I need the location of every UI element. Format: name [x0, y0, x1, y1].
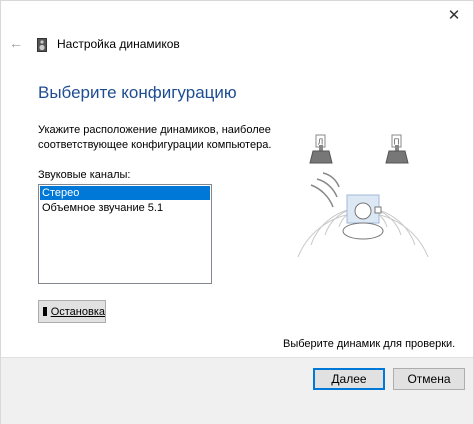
next-button[interactable]: Далее — [313, 368, 385, 390]
wizard-title: Настройка динамиков — [57, 37, 180, 51]
speaker-diagram: Л П — [297, 134, 429, 258]
right-speaker-letter: П — [394, 138, 400, 147]
page-heading: Выберите конфигурацию — [38, 83, 237, 102]
channels-listbox[interactable]: Стерео Объемное звучание 5.1 — [38, 184, 212, 284]
listener-icon — [342, 194, 384, 240]
list-item-surround-5-1[interactable]: Объемное звучание 5.1 — [40, 201, 210, 215]
left-speaker-letter: Л — [318, 138, 323, 147]
channels-label: Звуковые каналы: — [38, 169, 131, 181]
footer-bar: Далее Отмена — [1, 357, 473, 424]
stop-button-label: Остановка — [50, 305, 105, 318]
speaker-icon — [37, 38, 47, 52]
back-arrow-icon[interactable]: ← — [9, 35, 23, 51]
speaker-setup-window: ✕ ← Настройка динамиков Выберите конфигу… — [0, 0, 474, 424]
test-hint: Выберите динамик для проверки. — [283, 338, 456, 350]
stop-square-icon — [43, 307, 47, 316]
list-item-stereo[interactable]: Стерео — [40, 186, 210, 200]
wizard-header: ← Настройка динамиков — [1, 33, 473, 57]
cancel-button[interactable]: Отмена — [393, 368, 465, 390]
close-icon[interactable]: ✕ — [441, 3, 467, 27]
page-description: Укажите расположение динамиков, наиболее… — [38, 124, 272, 151]
title-bar: ✕ — [1, 1, 473, 31]
stop-button[interactable]: Остановка — [38, 300, 106, 323]
